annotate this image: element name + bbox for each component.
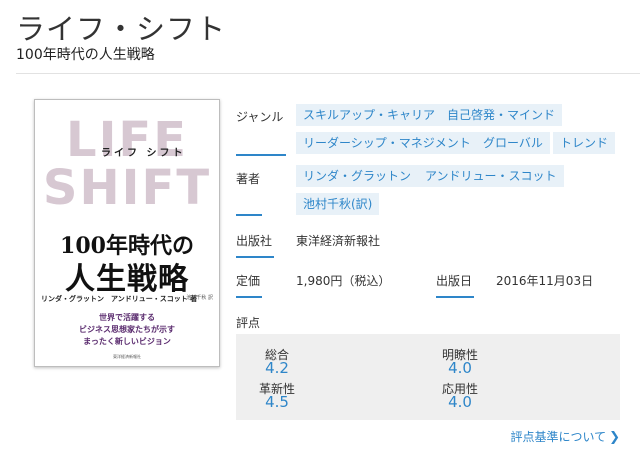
cover-small-title: ライフ シフト <box>101 148 186 159</box>
publish-date-value: 2016年11月03日 <box>496 274 594 288</box>
rating-criteria-link[interactable]: 評点基準について ❯ <box>510 428 620 445</box>
author-label-underline <box>236 214 262 216</box>
cover-tagline-1: 世界で活躍する <box>99 312 155 322</box>
author-chip-ikemura[interactable]: 池村千秋(訳) <box>296 193 380 215</box>
price-label: 定価 <box>236 274 261 288</box>
cover-big-text-shift: SHIFT <box>42 160 212 216</box>
genre-chip-leadership-management[interactable]: リーダーシップ・マネジメント <box>296 132 478 154</box>
genre-chip-skillup-career[interactable]: スキルアップ・キャリア <box>296 104 443 126</box>
book-title: ライフ・シフト <box>16 12 227 46</box>
rating-label: 評点 <box>236 316 261 330</box>
publish-date-label: 出版日 <box>436 274 473 288</box>
genre-chip-global[interactable]: グローバル <box>476 132 550 154</box>
publish-date-label-underline <box>436 296 474 298</box>
cover-main-title-2: 人生戦略 <box>65 262 189 297</box>
author-chip-gratton[interactable]: リンダ・グラットン <box>296 165 419 187</box>
rating-criteria-link-label: 評点基準について <box>510 430 607 444</box>
genre-chip-self-development[interactable]: 自己啓発・マインド <box>440 104 563 126</box>
cover-authors: リンダ・グラットン アンドリュー・スコット 著 <box>41 295 198 303</box>
price-label-underline <box>236 296 262 298</box>
publisher-label-underline <box>236 256 274 258</box>
book-cover-image: LIFE SHIFT ライフ シフト 100年時代の 人生戦略 リンダ・グラット… <box>34 99 220 367</box>
chevron-right-icon: ❯ <box>609 430 620 445</box>
cover-tagline-3: まったく新しいビジョン <box>83 336 171 346</box>
author-chip-scott[interactable]: アンドリュー・スコット <box>418 165 564 187</box>
rating-panel: 総合 4.2 明瞭性 4.0 革新性 4.5 応用性 4.0 <box>236 334 620 420</box>
price-value: 1,980円（税込） <box>296 274 391 288</box>
publisher-value: 東洋経済新報社 <box>296 234 381 248</box>
author-label: 著者 <box>236 172 261 186</box>
book-subtitle: 100年時代の人生戦略 <box>16 47 155 63</box>
genre-label: ジャンル <box>236 110 284 124</box>
cover-publisher-mark: 東洋経済新報社 <box>113 354 141 359</box>
rating-innovation-value: 4.5 <box>265 393 289 411</box>
rating-clarity-value: 4.0 <box>448 359 472 377</box>
rating-applicability-value: 4.0 <box>448 393 472 411</box>
genre-chip-trend[interactable]: トレンド <box>553 132 616 154</box>
publisher-label: 出版社 <box>236 234 273 248</box>
rating-overall-value: 4.2 <box>265 359 289 377</box>
cover-tagline-2: ビジネス思想家たちが示す <box>79 324 175 334</box>
cover-translator: 池村千秋 訳 <box>186 295 213 301</box>
genre-label-underline <box>236 154 286 156</box>
header-divider <box>16 73 640 74</box>
